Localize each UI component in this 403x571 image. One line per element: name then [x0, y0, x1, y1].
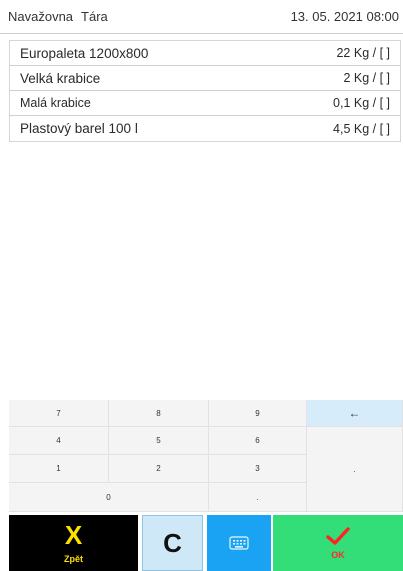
- ok-label: OK: [331, 550, 345, 560]
- tare-name: Europaleta 1200x800: [20, 45, 149, 61]
- datetime-label: 13. 05. 2021 08:00: [290, 9, 399, 24]
- numeric-keypad: 7 8 9 ← 4 5 6 . 1 2 3 0 .: [9, 400, 403, 512]
- back-label: Zpět: [64, 554, 83, 564]
- key-dot[interactable]: .: [209, 483, 307, 512]
- key-2[interactable]: 2: [109, 455, 209, 483]
- ok-button[interactable]: OK: [273, 515, 403, 571]
- tare-name: Plastový barel 100 l: [20, 121, 138, 136]
- tare-row[interactable]: Europaleta 1200x800 22 Kg / [ ]: [10, 41, 400, 66]
- tare-list: Europaleta 1200x800 22 Kg / [ ] Velká kr…: [9, 40, 401, 142]
- refresh-c-icon: C: [163, 527, 182, 558]
- tare-value: 0,1 Kg / [ ]: [333, 96, 390, 110]
- close-x-icon: X: [64, 520, 83, 550]
- tare-value: 2 Kg / [ ]: [343, 71, 390, 85]
- key-9[interactable]: 9: [209, 400, 307, 427]
- key-4[interactable]: 4: [9, 427, 109, 455]
- tare-row[interactable]: Malá krabice 0,1 Kg / [ ]: [10, 91, 400, 116]
- key-3[interactable]: 3: [209, 455, 307, 483]
- key-dot-side[interactable]: .: [307, 427, 403, 512]
- header-left: Navažovna Tára: [8, 9, 108, 24]
- screen-title: Tára: [81, 9, 108, 24]
- tare-name: Velká krabice: [20, 70, 101, 86]
- tare-name: Malá krabice: [20, 96, 91, 110]
- key-7[interactable]: 7: [9, 400, 109, 427]
- key-6[interactable]: 6: [209, 427, 307, 455]
- key-5[interactable]: 5: [109, 427, 209, 455]
- key-0[interactable]: 0: [9, 483, 209, 512]
- tare-value: 4,5 Kg / [ ]: [333, 121, 390, 136]
- action-bar: X Zpět C OK: [9, 515, 403, 571]
- keyboard-button[interactable]: [207, 515, 271, 571]
- keyboard-icon: [229, 536, 249, 550]
- app-title: Navažovna: [8, 9, 74, 24]
- refresh-button[interactable]: C: [142, 515, 203, 571]
- tare-value: 22 Kg / [ ]: [336, 46, 390, 60]
- back-button[interactable]: X Zpět: [9, 515, 138, 571]
- tare-row[interactable]: Velká krabice 2 Kg / [ ]: [10, 66, 400, 91]
- header-bar: Navažovna Tára 13. 05. 2021 08:00: [0, 0, 403, 34]
- checkmark-icon: [326, 527, 350, 545]
- tare-row[interactable]: Plastový barel 100 l 4,5 Kg / [ ]: [10, 116, 400, 141]
- key-1[interactable]: 1: [9, 455, 109, 483]
- backspace-key[interactable]: ←: [307, 400, 403, 427]
- key-8[interactable]: 8: [109, 400, 209, 427]
